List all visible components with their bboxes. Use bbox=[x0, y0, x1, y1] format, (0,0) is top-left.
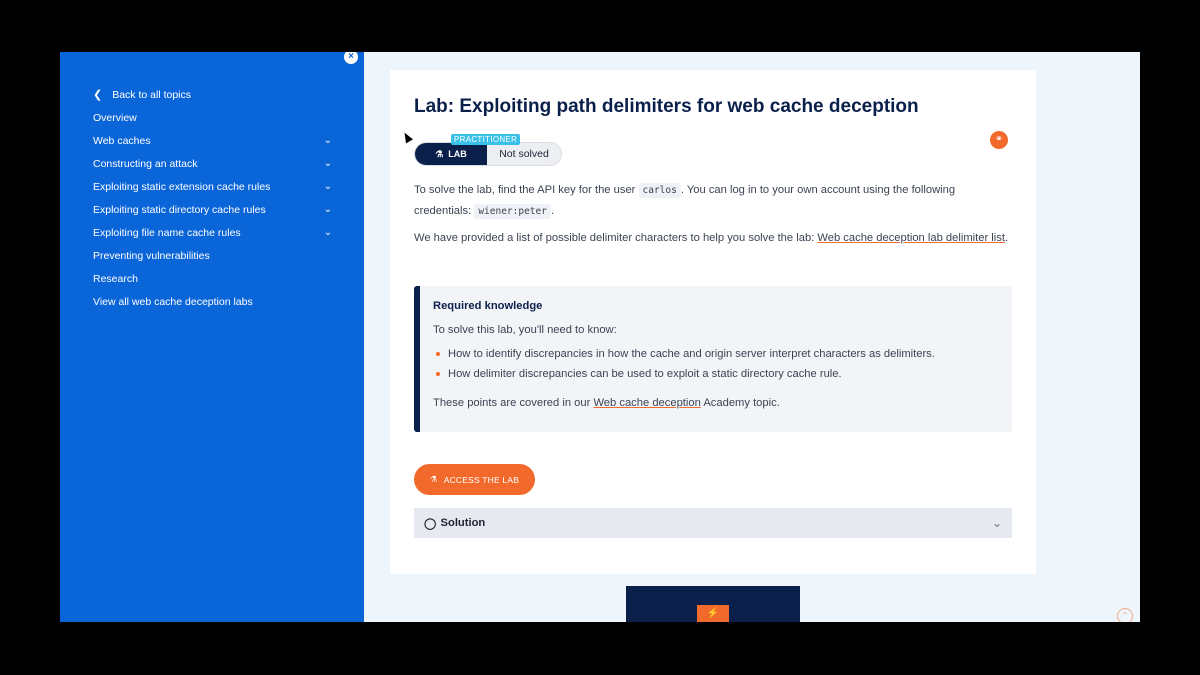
sidebar-nav: ❮ Back to all topics Overview Web caches… bbox=[93, 83, 333, 313]
list-item-text: How delimiter discrepancies can be used … bbox=[448, 368, 842, 380]
required-knowledge-intro: To solve this lab, you'll need to know: bbox=[433, 324, 617, 336]
status-badge: Not solved bbox=[487, 143, 561, 165]
sidebar-item-label: Preventing vulnerabilities bbox=[93, 249, 210, 262]
list-item-text: How to identify discrepancies in how the… bbox=[448, 348, 935, 360]
web-cache-deception-link[interactable]: Web cache deception bbox=[593, 397, 700, 409]
chevron-down-icon[interactable]: ⌄ bbox=[323, 135, 333, 146]
chevron-down-icon[interactable]: ⌄ bbox=[323, 227, 333, 238]
access-lab-label: ACCESS THE LAB bbox=[443, 474, 520, 485]
list-item: How delimiter discrepancies can be used … bbox=[436, 368, 842, 380]
sidebar-item-file-name[interactable]: Exploiting file name cache rules ⌄ bbox=[93, 221, 333, 244]
sidebar-item-label: Exploiting file name cache rules bbox=[93, 226, 241, 239]
required-knowledge-box: Required knowledge To solve this lab, yo… bbox=[414, 286, 1012, 432]
sidebar-item-constructing-an-attack[interactable]: Constructing an attack ⌄ bbox=[93, 152, 333, 175]
page-title: Lab: Exploiting path delimiters for web … bbox=[414, 96, 919, 117]
lab-label: LAB bbox=[448, 149, 467, 159]
chevron-left-icon: ❮ bbox=[93, 89, 103, 101]
required-knowledge-footer: These points are covered in our Web cach… bbox=[433, 397, 780, 409]
sidebar: × ❮ Back to all topics Overview Web cach… bbox=[60, 52, 364, 622]
lab-hint: We have provided a list of possible deli… bbox=[414, 228, 1014, 249]
sidebar-item-view-all-labs[interactable]: View all web cache deception labs bbox=[93, 290, 333, 313]
required-knowledge-title: Required knowledge bbox=[433, 300, 543, 312]
username-code: carlos bbox=[638, 183, 681, 198]
flask-icon: ⚗ bbox=[435, 148, 444, 159]
sidebar-item-web-caches[interactable]: Web caches ⌄ bbox=[93, 129, 333, 152]
close-sidebar-icon[interactable]: × bbox=[344, 52, 358, 64]
bullet-icon bbox=[436, 352, 440, 356]
sidebar-item-label: Exploiting static extension cache rules bbox=[93, 180, 271, 193]
back-label: Back to all topics bbox=[112, 88, 192, 101]
level-badge: PRACTITIONER bbox=[451, 134, 521, 145]
flask-icon: ⚗ bbox=[429, 474, 438, 484]
delimiter-list-link[interactable]: Web cache deception lab delimiter list bbox=[817, 232, 1005, 244]
solution-label: Solution bbox=[440, 517, 486, 529]
sidebar-item-preventing-vulnerabilities[interactable]: Preventing vulnerabilities bbox=[93, 244, 333, 267]
share-icon[interactable]: ⚭ bbox=[990, 131, 1008, 149]
chevron-down-icon[interactable]: ⌄ bbox=[323, 181, 333, 192]
sidebar-item-research[interactable]: Research bbox=[93, 267, 333, 290]
text: We have provided a list of possible deli… bbox=[414, 232, 818, 244]
sidebar-item-static-extension[interactable]: Exploiting static extension cache rules … bbox=[93, 175, 333, 198]
text: Academy topic. bbox=[700, 397, 780, 409]
back-to-all-topics-link[interactable]: ❮ Back to all topics bbox=[93, 83, 333, 106]
chevron-down-icon[interactable]: ⌄ bbox=[992, 516, 1002, 530]
sidebar-item-label: Research bbox=[93, 272, 138, 285]
sidebar-item-label: Web caches bbox=[93, 134, 151, 147]
bullet-icon bbox=[436, 372, 440, 376]
text: These points are covered in our bbox=[433, 397, 594, 409]
browser-viewport: × ❮ Back to all topics Overview Web cach… bbox=[60, 52, 1140, 622]
lab-card: Lab: Exploiting path delimiters for web … bbox=[390, 70, 1036, 574]
chevron-down-icon[interactable]: ⌄ bbox=[323, 204, 333, 215]
scroll-to-top-icon[interactable]: ⌃ bbox=[1117, 608, 1133, 622]
promo-banner[interactable]: ⚡ bbox=[626, 586, 800, 622]
sidebar-item-label: View all web cache deception labs bbox=[93, 295, 253, 308]
text: . bbox=[1004, 232, 1009, 244]
sidebar-item-static-directory[interactable]: Exploiting static directory cache rules … bbox=[93, 198, 333, 221]
access-lab-button[interactable]: ⚗ ACCESS THE LAB bbox=[414, 464, 535, 495]
list-item: How to identify discrepancies in how the… bbox=[436, 348, 935, 360]
sidebar-item-label: Exploiting static directory cache rules bbox=[93, 203, 266, 216]
chevron-down-icon[interactable]: ⌄ bbox=[323, 158, 333, 169]
lab-type: ⚗ LAB bbox=[415, 143, 487, 165]
badge: ⚗ LAB Not solved bbox=[414, 142, 562, 166]
lab-description: To solve the lab, find the API key for t… bbox=[414, 180, 1014, 222]
text: To solve the lab, find the API key for t… bbox=[414, 184, 639, 196]
solution-accordion[interactable]: ◯ Solution ⌄ bbox=[414, 508, 1012, 538]
text: . bbox=[550, 205, 555, 217]
lightbulb-icon: ◯ bbox=[424, 517, 437, 530]
sidebar-item-label: Constructing an attack bbox=[93, 157, 198, 170]
lab-status-badge: ⚗ LAB Not solved PRACTITIONER bbox=[414, 134, 562, 166]
sidebar-item-label: Overview bbox=[93, 111, 137, 124]
credentials-code: wiener:peter bbox=[474, 204, 551, 219]
burp-logo-icon: ⚡ bbox=[697, 605, 729, 622]
sidebar-item-overview[interactable]: Overview bbox=[93, 106, 333, 129]
